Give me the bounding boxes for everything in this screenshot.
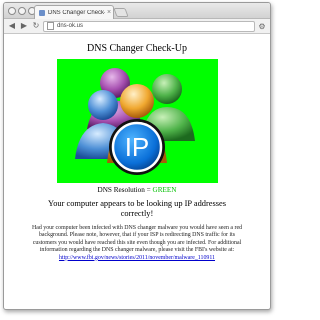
reload-icon[interactable]: ↻ xyxy=(31,21,41,31)
tab-title: DNS Changer Check-Up xyxy=(48,9,105,16)
page-title: DNS Changer Check-Up xyxy=(87,43,187,54)
fbi-link[interactable]: http://www.fbi.gov/news/stories/2011/nov… xyxy=(59,255,215,261)
new-tab-button[interactable] xyxy=(113,8,129,17)
browser-toolbar: ◀ ▶ ↻ dns-ok.us ⚙ xyxy=(4,19,270,34)
status-image: IP xyxy=(56,59,218,183)
tab-close-icon[interactable]: × xyxy=(105,9,113,16)
ip-badge-label: IP xyxy=(124,132,149,162)
window-controls xyxy=(8,7,36,15)
users-ip-logo-icon: IP xyxy=(74,68,195,175)
info-paragraph: Had your computer been infected with DNS… xyxy=(30,225,244,262)
page-content: DNS Changer Check-Up IP DNS Resolution =… xyxy=(4,43,270,262)
page-favicon-icon xyxy=(39,9,45,16)
page-icon xyxy=(47,22,54,30)
back-arrow-icon[interactable]: ◀ xyxy=(7,21,17,31)
close-window-icon[interactable] xyxy=(8,7,16,15)
browser-window: DNS Changer Check-Up × ◀ ▶ ↻ dns-ok.us ⚙… xyxy=(3,2,271,310)
browser-tab[interactable]: DNS Changer Check-Up × xyxy=(34,5,114,19)
minimize-window-icon[interactable] xyxy=(18,7,26,15)
dns-status-label: DNS Resolution = xyxy=(97,186,153,194)
dns-status-line: DNS Resolution = GREEN xyxy=(4,186,270,194)
dns-status-value: GREEN xyxy=(152,186,177,194)
info-text: Had your computer been infected with DNS… xyxy=(31,225,243,254)
title-bar: DNS Changer Check-Up × xyxy=(4,3,270,19)
address-bar[interactable]: dns-ok.us xyxy=(43,20,255,32)
result-headline: Your computer appears to be looking up I… xyxy=(48,199,226,218)
forward-arrow-icon[interactable]: ▶ xyxy=(19,21,29,31)
wrench-icon[interactable]: ⚙ xyxy=(257,22,267,31)
address-text: dns-ok.us xyxy=(57,23,84,29)
